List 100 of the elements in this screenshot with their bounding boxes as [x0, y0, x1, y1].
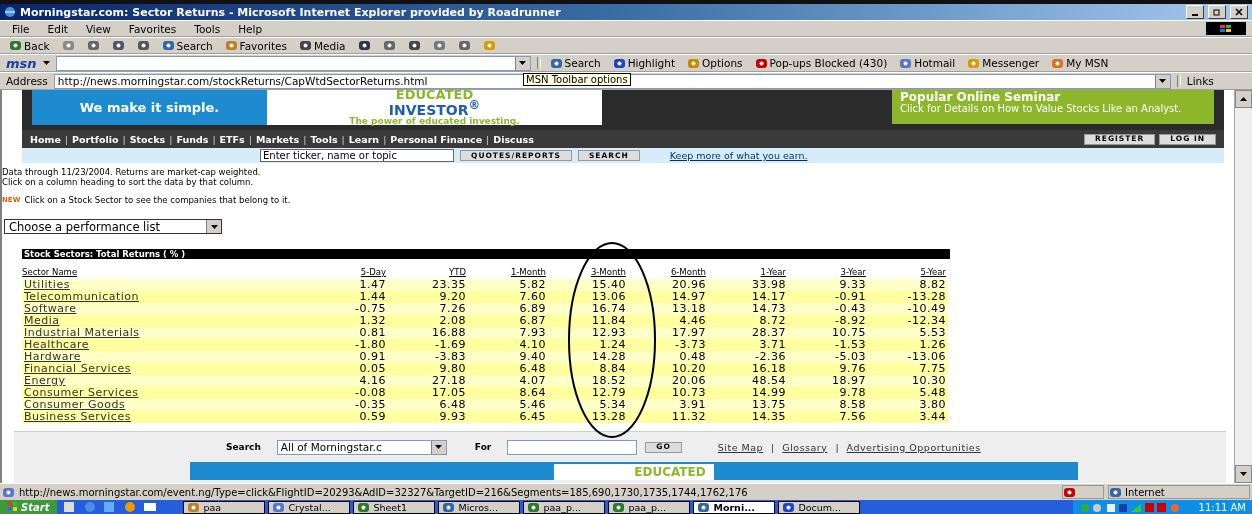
windows-logo-icon — [1206, 22, 1246, 35]
sector-link[interactable]: Media — [24, 314, 60, 327]
back-button[interactable]: Back — [6, 39, 53, 52]
sector-link[interactable]: Hardware — [24, 350, 82, 363]
msn-logo: msn — [6, 55, 37, 71]
nav-link[interactable]: Discuss — [493, 133, 534, 145]
promo-link[interactable]: Keep more of what you earn. — [669, 150, 808, 161]
sector-link[interactable]: Utilities — [24, 278, 70, 291]
scrollbar[interactable] — [1234, 90, 1252, 483]
menu-item[interactable]: View — [79, 22, 117, 35]
table-cell: 7.26 — [388, 303, 468, 315]
sector-link[interactable]: Energy — [24, 374, 66, 387]
hotmail-button[interactable]: Hotmail — [896, 57, 959, 69]
table-cell: 5.82 — [468, 279, 548, 291]
column-header[interactable]: YTD — [388, 267, 468, 279]
column-header[interactable]: 3-Year — [788, 267, 868, 279]
taskbar-button[interactable]: paa — [183, 500, 266, 514]
column-header[interactable]: 1-Year — [708, 267, 788, 279]
menu-item[interactable]: Edit — [41, 22, 74, 35]
search-button[interactable]: Search — [546, 57, 604, 69]
taskbar-button[interactable]: Sheet1 — [353, 500, 436, 514]
table-cell: 12.79 — [548, 387, 628, 399]
footer-link[interactable]: Site Map — [717, 441, 764, 453]
taskbar-button[interactable]: Docum... — [778, 500, 861, 514]
mymsn-button[interactable]: My MSN — [1048, 57, 1112, 69]
sector-link[interactable]: Financial Services — [24, 362, 132, 375]
taskbar-button[interactable]: Morni... — [693, 500, 776, 514]
table-cell: 14.28 — [548, 351, 628, 363]
messenger-button[interactable]: Messenger — [964, 57, 1043, 69]
ticker-search-field[interactable]: Enter ticker, name or topic — [260, 149, 454, 162]
nav-link[interactable]: Portfolio — [72, 133, 119, 145]
msn-search-field[interactable] — [55, 55, 531, 71]
scroll-up-icon[interactable] — [1240, 97, 1247, 101]
taskbar-button[interactable]: Crystal... — [268, 500, 351, 514]
column-header[interactable]: 3-Month — [548, 267, 628, 279]
column-header[interactable]: Sector Name — [22, 267, 308, 279]
caret-icon — [1159, 79, 1167, 83]
footer-link[interactable]: Glossary — [782, 441, 828, 453]
column-header[interactable]: 5-Day — [308, 267, 388, 279]
nav-separator: | — [169, 133, 173, 145]
sector-link[interactable]: Industrial Materials — [24, 326, 140, 339]
popups-button[interactable]: Pop-ups Blocked (430) — [751, 57, 891, 69]
sector-link[interactable]: Telecommunication — [24, 290, 139, 303]
taskbar-button[interactable]: Micros... — [438, 500, 521, 514]
table-cell: 1.26 — [868, 339, 948, 351]
ad-slogan[interactable]: We make it simple. — [32, 90, 267, 125]
table-cell: 3.71 — [708, 339, 788, 351]
nav-link[interactable]: Learn — [348, 133, 380, 145]
menu-item[interactable]: Help — [232, 22, 269, 35]
nav-link[interactable]: Markets — [255, 133, 300, 145]
sector-link[interactable]: Business Services — [24, 410, 131, 423]
table-cell: 20.06 — [628, 375, 708, 387]
table-cell: -8.92 — [788, 315, 868, 327]
nav-link[interactable]: Stocks — [129, 133, 166, 145]
scope-select[interactable]: All of Morningstar.c — [276, 439, 447, 455]
table-cell: 4.10 — [468, 339, 548, 351]
sector-link[interactable]: Healthcare — [24, 338, 89, 351]
footer-link[interactable]: Advertising Opportunities — [846, 441, 981, 453]
nav-link[interactable]: Tools — [310, 133, 338, 145]
windows-flag-icon — [8, 502, 18, 512]
table-cell: -0.35 — [308, 399, 388, 411]
menu-item[interactable]: Tools — [188, 22, 227, 35]
performance-select[interactable]: Choose a performance list — [4, 219, 222, 234]
taskbar-button[interactable]: paa_p... — [523, 500, 606, 514]
column-header[interactable]: 1-Month — [468, 267, 548, 279]
links-button[interactable]: Links — [1186, 75, 1214, 87]
table-cell: 9.33 — [788, 279, 868, 291]
sector-link[interactable]: Software — [24, 302, 77, 315]
info-text: Click on a column heading to sort the data by that column. — [2, 177, 255, 187]
sector-link[interactable]: Consumer Services — [24, 386, 139, 399]
table-cell: 10.73 — [628, 387, 708, 399]
taskbar-button[interactable]: paa_p... — [608, 500, 691, 514]
table-cell: 0.59 — [308, 411, 388, 423]
minimize-button[interactable] — [1186, 5, 1204, 19]
menu-item[interactable]: Favorites — [122, 22, 183, 35]
media-button[interactable]: Media — [296, 39, 349, 52]
close-button[interactable] — [1230, 5, 1248, 19]
caret-icon — [435, 445, 443, 449]
nav-link[interactable]: ETFs — [219, 133, 245, 145]
scroll-down-icon[interactable] — [1240, 472, 1247, 476]
column-header[interactable]: 6-Month — [628, 267, 708, 279]
search-button[interactable]: Search — [158, 39, 216, 52]
table-cell: -1.53 — [788, 339, 868, 351]
column-header[interactable]: 5-Year — [868, 267, 948, 279]
start-button[interactable]: Start — [0, 500, 58, 514]
highlight-button[interactable]: Highlight — [609, 57, 679, 69]
seminar-text: Click for Details on How to Value Stocks Like an Analyst. — [900, 104, 1183, 115]
menu-item[interactable]: File — [6, 22, 36, 35]
favorites-button[interactable]: Favorites — [221, 39, 290, 52]
table-cell: 13.18 — [628, 303, 708, 315]
nav-link[interactable]: Personal Finance — [390, 133, 483, 145]
sector-link[interactable]: Consumer Goods — [24, 398, 126, 411]
nav-link[interactable]: Funds — [176, 133, 209, 145]
table-cell: 7.75 — [868, 363, 948, 375]
restore-button[interactable] — [1208, 5, 1226, 19]
clock: 11:11 AM — [1198, 501, 1246, 513]
footer-search-field[interactable] — [507, 439, 638, 455]
options-button[interactable]: Options — [684, 57, 746, 69]
table-cell: 8.84 — [548, 363, 628, 375]
nav-link[interactable]: Home — [30, 133, 61, 145]
